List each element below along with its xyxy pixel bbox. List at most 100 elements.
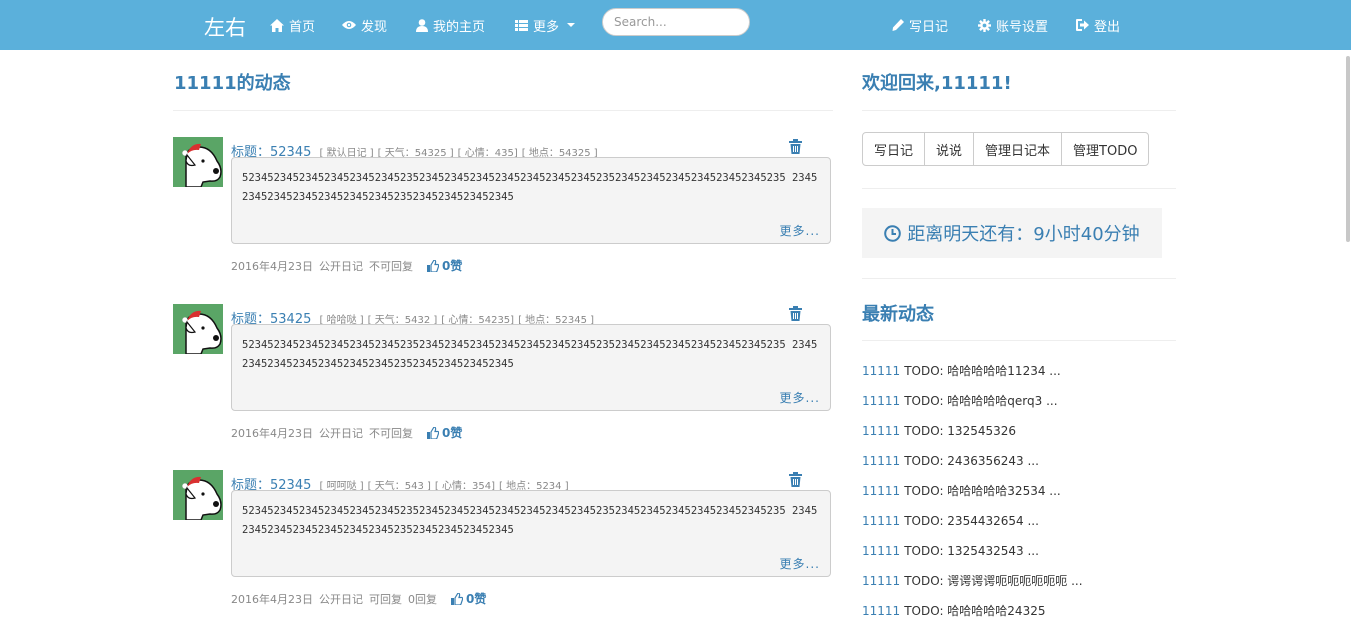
eye-icon <box>342 21 356 29</box>
list-item: 11111 TODO: 谔谔谔谔呃呃呃呃呃呃 ... <box>862 572 1182 602</box>
post-date: 2016年4月23日 <box>231 426 313 440</box>
countdown-text: 距离明天还有：9小时40分钟 <box>907 224 1140 245</box>
nav-logout-label: 登出 <box>1094 19 1121 35</box>
feed-user-link[interactable]: 11111 <box>862 514 900 528</box>
post-content-panel: 5234523452345234523452345235234523452345… <box>231 324 831 411</box>
welcome-heading: 欢迎回来,11111! <box>862 73 1012 94</box>
list-item: 11111 TODO: 1325432543 ... <box>862 542 1182 572</box>
post-reply-status: 不可回复 <box>369 426 413 440</box>
nav-home-label: 首页 <box>289 19 316 35</box>
feed-user-link[interactable]: 11111 <box>862 454 900 468</box>
heading-divider <box>173 110 833 111</box>
user-icon <box>416 18 428 32</box>
post-footer: 2016年4月23日 公开日记 可回复 0回复 0赞 <box>231 590 486 607</box>
like-count: 0赞 <box>466 592 487 606</box>
nav-logout[interactable]: 登出 <box>1076 16 1121 35</box>
feed-text: TODO: 2436356243 ... <box>904 454 1039 468</box>
post-content: 5234523452345234523452345235234523452345… <box>242 172 818 203</box>
nav-more-label: 更多 <box>533 19 560 35</box>
feed-text: TODO: 哈哈哈哈哈24325 <box>904 604 1046 618</box>
post-date: 2016年4月23日 <box>231 592 313 606</box>
search-input[interactable] <box>602 8 750 36</box>
write-diary-button[interactable]: 写日记 <box>862 132 926 166</box>
feed-user-link[interactable]: 11111 <box>862 574 900 588</box>
post-footer: 2016年4月23日 公开日记 不可回复 0赞 <box>231 257 462 274</box>
avatar[interactable] <box>173 470 223 520</box>
more-link[interactable]: 更多... <box>780 389 820 406</box>
post-visibility: 公开日记 <box>319 426 363 440</box>
brand-logo[interactable]: 左右 <box>204 12 246 42</box>
feed-text: TODO: 哈哈哈哈哈32534 ... <box>904 484 1061 498</box>
diary-post: 标题：52345 [ 呵呵哒 ][ 天气：543 ][ 心情：354][ 地点：… <box>173 470 833 620</box>
post-reply-status: 不可回复 <box>369 259 413 273</box>
more-link[interactable]: 更多... <box>780 222 820 239</box>
post-visibility: 公开日记 <box>319 592 363 606</box>
post-date: 2016年4月23日 <box>231 259 313 273</box>
list-item: 11111 TODO: 2354432654 ... <box>862 512 1182 542</box>
trash-icon[interactable] <box>789 139 802 154</box>
nav-more-dropdown[interactable]: 更多 <box>515 16 576 35</box>
countdown-panel: 距离明天还有：9小时40分钟 <box>862 208 1162 258</box>
feed-text: TODO: 谔谔谔谔呃呃呃呃呃呃 ... <box>904 574 1083 588</box>
list-item: 11111 TODO: 哈哈哈哈哈24325 <box>862 602 1182 632</box>
countdown-divider <box>862 278 1176 279</box>
more-link[interactable]: 更多... <box>780 555 820 572</box>
feed-user-link[interactable]: 11111 <box>862 544 900 558</box>
logout-icon <box>1076 19 1089 31</box>
post-reply-status: 可回复 <box>369 592 402 606</box>
list-item: 11111 TODO: 哈哈哈哈哈qerq3 ... <box>862 392 1182 422</box>
feed-text: TODO: 哈哈哈哈哈11234 ... <box>904 364 1061 378</box>
gear-icon <box>978 18 991 32</box>
list-item: 11111 TODO: 哈哈哈哈哈32534 ... <box>862 482 1182 512</box>
like-button[interactable]: 0赞 <box>427 424 462 441</box>
list-item: 11111 TODO: 哈哈哈哈哈11234 ... <box>862 362 1182 392</box>
home-icon <box>270 18 284 32</box>
latest-feed: 11111 TODO: 哈哈哈哈哈11234 ... 11111 TODO: 哈哈哈… <box>862 362 1182 632</box>
list-item: 11111 TODO: 132545326 <box>862 422 1182 452</box>
post-content-panel: 5234523452345234523452345235234523452345… <box>231 157 831 244</box>
trash-icon[interactable] <box>789 472 802 487</box>
thumbs-up-icon <box>427 426 439 439</box>
nav-account-settings-label: 账号设置 <box>996 19 1049 35</box>
post-content: 5234523452345234523452345235234523452345… <box>242 505 818 536</box>
manage-diary-button[interactable]: 管理日记本 <box>973 132 1063 166</box>
nav-home[interactable]: 首页 <box>270 16 316 35</box>
actions-divider <box>862 188 1176 189</box>
feed-user-link[interactable]: 11111 <box>862 604 900 618</box>
trash-icon[interactable] <box>789 306 802 321</box>
like-count: 0赞 <box>442 426 463 440</box>
thumbs-up-icon <box>451 592 463 605</box>
feed-user-link[interactable]: 11111 <box>862 394 900 408</box>
latest-divider <box>862 340 1176 341</box>
post-visibility: 公开日记 <box>319 259 363 273</box>
feed-text: TODO: 2354432654 ... <box>904 514 1039 528</box>
nav-my-home[interactable]: 我的主页 <box>416 16 486 35</box>
nav-write-diary[interactable]: 写日记 <box>892 16 948 35</box>
post-footer: 2016年4月23日 公开日记 不可回复 0赞 <box>231 424 462 441</box>
feed-text: TODO: 1325432543 ... <box>904 544 1039 558</box>
clock-icon <box>884 224 902 242</box>
feed-user-link[interactable]: 11111 <box>862 484 900 498</box>
nav-account-settings[interactable]: 账号设置 <box>978 16 1049 35</box>
list-icon <box>515 19 528 31</box>
post-reply-count[interactable]: 0回复 <box>408 591 437 607</box>
say-button[interactable]: 说说 <box>924 132 975 166</box>
avatar[interactable] <box>173 137 223 187</box>
nav-my-home-label: 我的主页 <box>433 19 486 35</box>
feed-user-link[interactable]: 11111 <box>862 424 900 438</box>
avatar[interactable] <box>173 304 223 354</box>
like-count: 0赞 <box>442 259 463 273</box>
nav-discover[interactable]: 发现 <box>342 16 387 35</box>
latest-heading: 最新动态 <box>862 304 934 325</box>
feed-user-link[interactable]: 11111 <box>862 364 900 378</box>
feed-text: TODO: 哈哈哈哈哈qerq3 ... <box>904 394 1058 408</box>
chevron-down-icon <box>567 23 576 27</box>
scrollbar-thumb[interactable] <box>1346 56 1350 242</box>
like-button[interactable]: 0赞 <box>451 590 486 607</box>
like-button[interactable]: 0赞 <box>427 257 462 274</box>
top-navbar: 左右 首页 发现 我的主页 更多 写日记 账号设置 登出 <box>0 0 1351 50</box>
manage-todo-button[interactable]: 管理TODO <box>1061 132 1150 166</box>
post-content: 5234523452345234523452345235234523452345… <box>242 339 818 370</box>
feed-text: TODO: 132545326 <box>904 424 1017 438</box>
welcome-divider <box>862 110 1176 111</box>
